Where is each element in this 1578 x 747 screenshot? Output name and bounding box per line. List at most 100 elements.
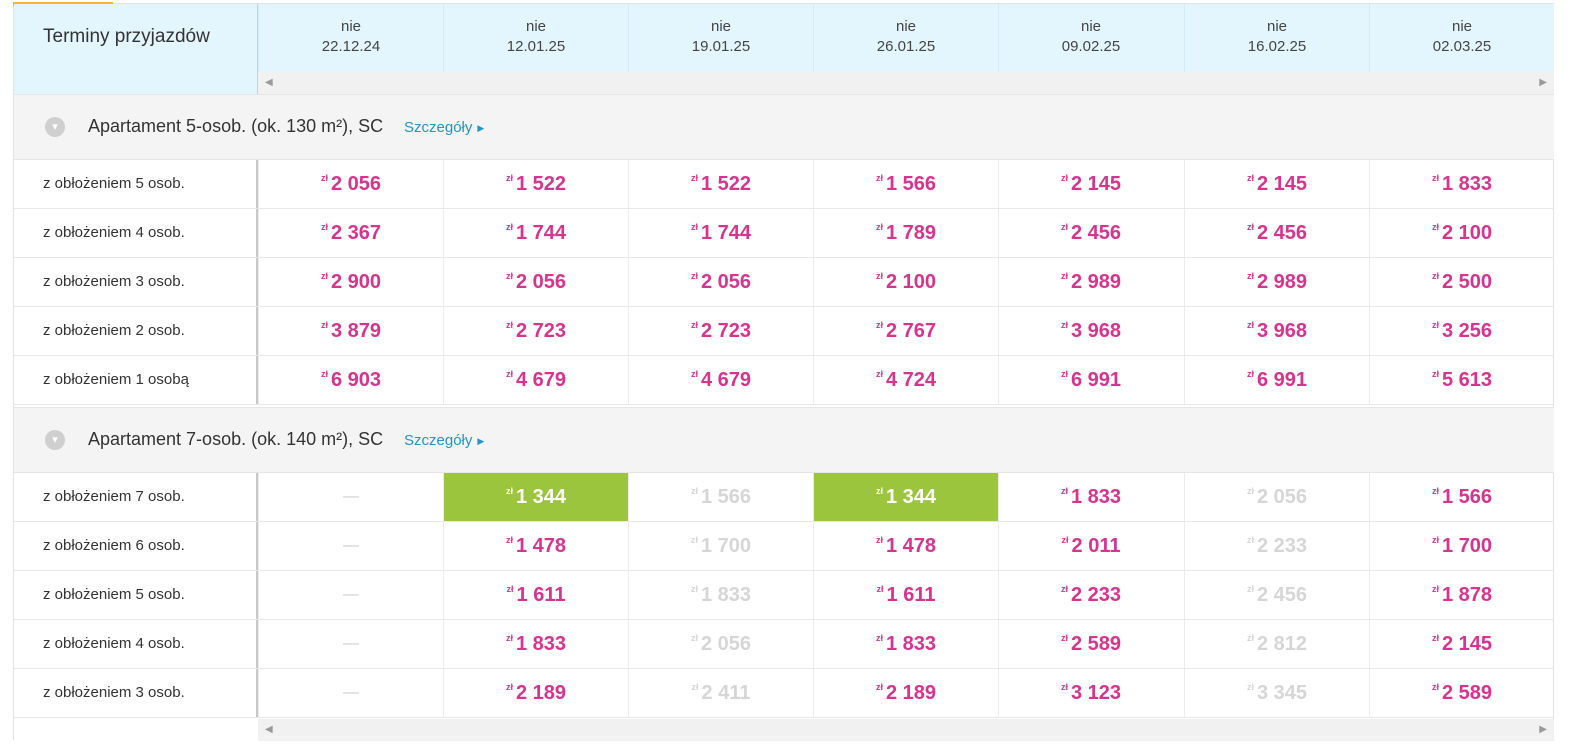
price-cell[interactable]: zł 2 056 — [443, 258, 628, 306]
price-cell[interactable]: zł 2 189 — [443, 669, 628, 717]
details-link[interactable]: Szczegóły ▶ — [404, 119, 484, 136]
arrival-date: 26.01.25 — [876, 38, 936, 55]
currency-symbol: zł — [1060, 173, 1068, 183]
arrow-left-icon[interactable]: ◀ — [265, 77, 273, 89]
price-cell[interactable]: zł 6 991 — [998, 356, 1183, 404]
apartment-section-header[interactable]: ▾ Apartament 5-osob. (ok. 130 m²), SC Szcz… — [14, 94, 1554, 160]
price-cell[interactable]: zł 2 456 — [1184, 571, 1369, 619]
no-price-dash: — — [343, 537, 359, 554]
price-cell[interactable]: zł 3 345 — [1184, 669, 1369, 717]
price-cell[interactable]: zł 2 100 — [813, 258, 998, 306]
price-cell[interactable]: zł 1 833 — [443, 620, 628, 668]
price-cell-empty: — — [258, 571, 443, 619]
price-cell[interactable]: zł 3 256 — [1369, 307, 1554, 355]
price-cell[interactable]: zł 1 522 — [443, 160, 628, 208]
price-cell[interactable]: zł 2 233 — [1184, 522, 1369, 570]
price-value: 1 878 — [1441, 584, 1493, 606]
arrow-right-icon[interactable]: ▶ — [1539, 77, 1547, 89]
price-cell[interactable]: zł 3 968 — [998, 307, 1183, 355]
price-cell[interactable]: zł 2 589 — [1369, 669, 1554, 717]
details-link[interactable]: Szczegóły ▶ — [404, 432, 484, 449]
price-cell[interactable]: zł 2 145 — [1184, 160, 1369, 208]
price-cell[interactable]: zł 5 613 — [1369, 356, 1554, 404]
price-cell[interactable]: zł 3 968 — [1184, 307, 1369, 355]
price-cell[interactable]: zł 3 879 — [258, 307, 443, 355]
price-cell[interactable]: zł 4 724 — [813, 356, 998, 404]
price-cell-empty: — — [258, 473, 443, 521]
price-cell[interactable]: zł 1 344 — [813, 473, 998, 521]
price-cell[interactable]: zł 1 789 — [813, 209, 998, 257]
currency-symbol: zł — [1060, 584, 1068, 594]
price-cell[interactable]: zł 1 744 — [628, 209, 813, 257]
price-cell[interactable]: zł 1 478 — [813, 522, 998, 570]
price-cell[interactable]: zł 3 123 — [998, 669, 1183, 717]
currency-symbol: zł — [1246, 682, 1254, 692]
price-cell[interactable]: zł 1 566 — [1369, 473, 1554, 521]
price-cell[interactable]: zł 4 679 — [443, 356, 628, 404]
occupancy-row: z obłożeniem 2 osob. zł 3 879 zł 2 723 zł 2 72… — [14, 307, 1554, 356]
price-cell[interactable]: zł 1 700 — [1369, 522, 1554, 570]
price-cell[interactable]: zł 1 833 — [813, 620, 998, 668]
arrow-right-icon[interactable]: ▶ — [1539, 724, 1547, 736]
price-value: 6 903 — [330, 369, 382, 391]
price-cell[interactable]: zł 2 145 — [1369, 620, 1554, 668]
currency-symbol: zł — [876, 584, 884, 594]
price-cell[interactable]: zł 2 367 — [258, 209, 443, 257]
price-cell[interactable]: zł 2 100 — [1369, 209, 1554, 257]
date-header-row: nie 22.12.24 nie 12.01.25 nie 19.01.25 nie 26.0… — [258, 4, 1554, 72]
price-cell[interactable]: zł 2 989 — [998, 258, 1183, 306]
price-cell[interactable]: zł 1 478 — [443, 522, 628, 570]
price-value: 1 744 — [515, 222, 567, 244]
price-cell[interactable]: zł 2 589 — [998, 620, 1183, 668]
price-cell[interactable]: zł 2 189 — [813, 669, 998, 717]
price-cell[interactable]: zł 2 145 — [998, 160, 1183, 208]
currency-symbol: zł — [690, 369, 698, 379]
price-value: 3 968 — [1256, 320, 1308, 342]
price-cell[interactable]: zł 1 566 — [813, 160, 998, 208]
chevron-down-icon[interactable]: ▾ — [45, 117, 65, 137]
price-cell[interactable]: zł 2 056 — [628, 258, 813, 306]
occupancy-row: z obłożeniem 6 osob. — zł 1 478 zł 1 700 zł 1 4… — [14, 522, 1554, 571]
price-cell[interactable]: zł 1 744 — [443, 209, 628, 257]
occupancy-label: z obłożeniem 6 osob. — [14, 522, 258, 570]
price-cell[interactable]: zł 2 056 — [628, 620, 813, 668]
price-cell[interactable]: zł 1 611 — [813, 571, 998, 619]
price-cell[interactable]: zł 1 833 — [1369, 160, 1554, 208]
price-cell[interactable]: zł 6 903 — [258, 356, 443, 404]
arrow-left-icon[interactable]: ◀ — [265, 724, 273, 736]
price-cell[interactable]: zł 2 056 — [1184, 473, 1369, 521]
price-value: 4 679 — [515, 369, 567, 391]
chevron-down-icon[interactable]: ▾ — [45, 430, 65, 450]
price-cell[interactable]: zł 1 522 — [628, 160, 813, 208]
price-cell[interactable]: zł 1 833 — [998, 473, 1183, 521]
price-cell[interactable]: zł 2 233 — [998, 571, 1183, 619]
price-cell[interactable]: zł 4 679 — [628, 356, 813, 404]
price-cell[interactable]: zł 2 011 — [998, 522, 1183, 570]
price-cell[interactable]: zł 2 456 — [998, 209, 1183, 257]
price-cell[interactable]: zł 1 878 — [1369, 571, 1554, 619]
price-value: 1 478 — [515, 535, 567, 557]
day-of-week: nie — [525, 18, 547, 35]
price-cell[interactable]: zł 1 344 — [443, 473, 628, 521]
price-cell[interactable]: zł 1 833 — [628, 571, 813, 619]
price-cell[interactable]: zł 2 500 — [1369, 258, 1554, 306]
price-cell[interactable]: zł 2 723 — [443, 307, 628, 355]
price-cell[interactable]: zł 2 767 — [813, 307, 998, 355]
price-cell[interactable]: zł 2 723 — [628, 307, 813, 355]
currency-symbol: zł — [1431, 369, 1439, 379]
price-cell[interactable]: zł 1 700 — [628, 522, 813, 570]
price-cell[interactable]: zł 6 991 — [1184, 356, 1369, 404]
price-cell[interactable]: zł 2 989 — [1184, 258, 1369, 306]
horizontal-scrollbar-bottom[interactable]: ◀ ▶ — [258, 719, 1554, 741]
price-cell[interactable]: zł 2 812 — [1184, 620, 1369, 668]
price-cell[interactable]: zł 2 900 — [258, 258, 443, 306]
apartment-section-header[interactable]: ▾ Apartament 7-osob. (ok. 140 m²), SC Szcz… — [14, 407, 1554, 473]
price-cell[interactable]: zł 2 411 — [628, 669, 813, 717]
price-value: 2 456 — [1256, 222, 1308, 244]
horizontal-scrollbar-top[interactable]: ◀ ▶ — [258, 72, 1554, 94]
price-cell[interactable]: zł 1 611 — [443, 571, 628, 619]
price-cell[interactable]: zł 2 056 — [258, 160, 443, 208]
caret-right-icon: ▶ — [477, 436, 485, 446]
price-cell[interactable]: zł 2 456 — [1184, 209, 1369, 257]
price-cell[interactable]: zł 1 566 — [628, 473, 813, 521]
